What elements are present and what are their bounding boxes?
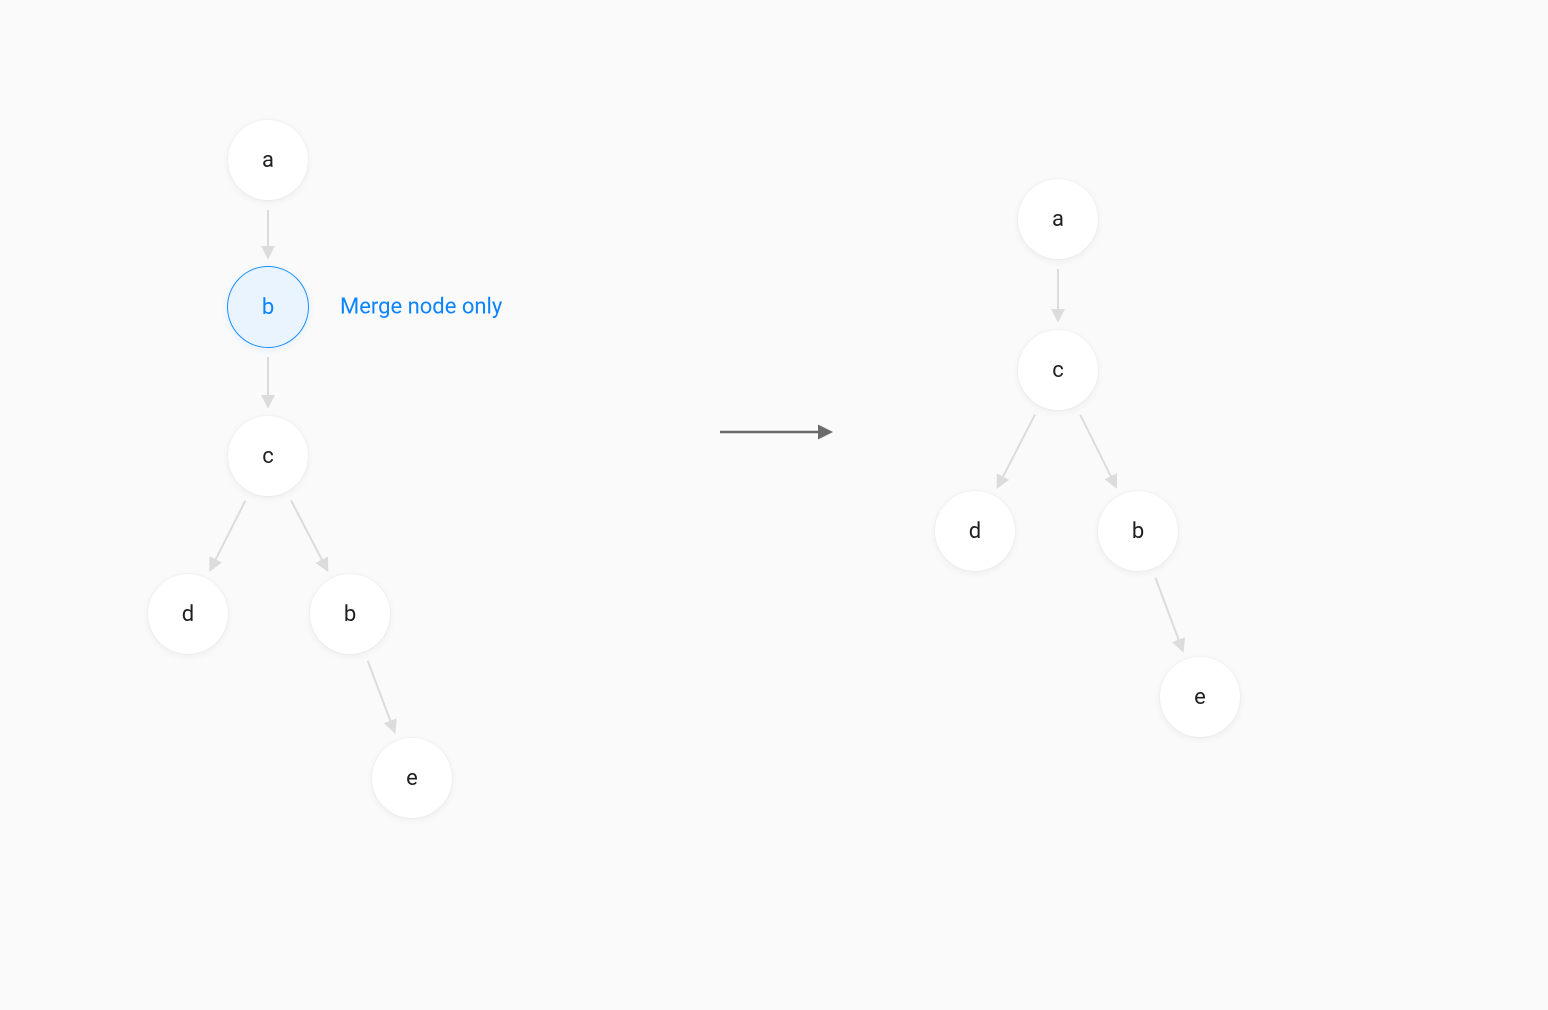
edge — [368, 661, 395, 731]
edge — [291, 500, 327, 569]
edge — [998, 414, 1035, 486]
node-label: b — [262, 295, 274, 320]
node-label: a — [1052, 207, 1064, 232]
diagram-canvas: a b c d b e a c d b e Merge node only — [0, 0, 1548, 1010]
node-right-d: d — [935, 491, 1015, 571]
node-right-e: e — [1160, 657, 1240, 737]
node-label: e — [1194, 685, 1206, 710]
node-label: d — [969, 519, 981, 544]
node-left-a: a — [228, 120, 308, 200]
node-label: e — [406, 766, 418, 791]
node-label: c — [262, 444, 274, 469]
node-label: c — [1052, 358, 1064, 383]
edge — [211, 501, 246, 570]
node-right-a: a — [1018, 179, 1098, 259]
node-left-d: d — [148, 574, 228, 654]
node-label: b — [344, 602, 356, 627]
node-label: b — [1132, 519, 1144, 544]
edge — [1155, 578, 1182, 650]
edge — [1080, 415, 1116, 486]
node-left-b: b — [227, 266, 309, 348]
node-right-b: b — [1098, 491, 1178, 571]
node-left-c: c — [228, 416, 308, 496]
node-label: a — [262, 148, 274, 173]
node-label: d — [182, 602, 194, 627]
node-left-e: e — [372, 738, 452, 818]
node-right-c: c — [1018, 330, 1098, 410]
merge-annotation: Merge node only — [340, 295, 502, 320]
node-left-b: b — [310, 574, 390, 654]
